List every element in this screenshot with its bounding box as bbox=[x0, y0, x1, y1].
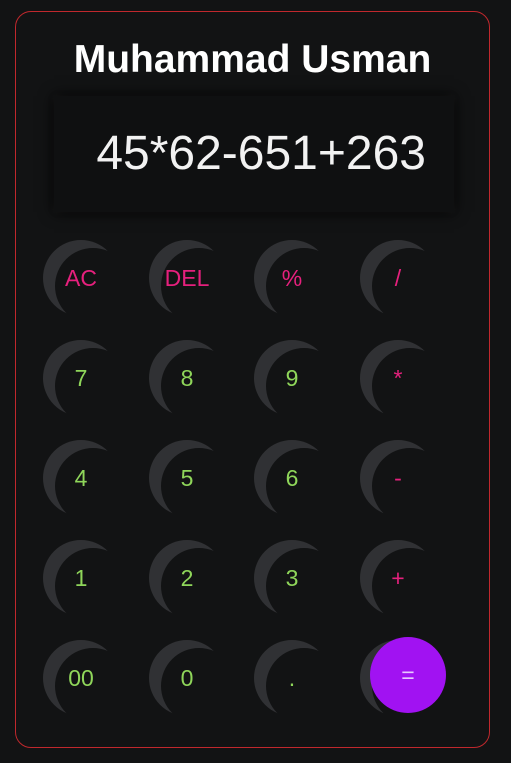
seven-button[interactable]: 7 bbox=[43, 340, 119, 416]
nine-button[interactable]: 9 bbox=[254, 340, 330, 416]
decimal-button[interactable]: . bbox=[254, 640, 330, 716]
three-button[interactable]: 3 bbox=[254, 540, 330, 616]
delete-button[interactable]: DEL bbox=[149, 240, 225, 316]
two-button[interactable]: 2 bbox=[149, 540, 225, 616]
eight-button[interactable]: 8 bbox=[149, 340, 225, 416]
equals-button[interactable]: = bbox=[370, 637, 446, 713]
zero-button[interactable]: 0 bbox=[149, 640, 225, 716]
multiply-button[interactable]: * bbox=[360, 340, 436, 416]
one-button[interactable]: 1 bbox=[43, 540, 119, 616]
ac-button[interactable]: AC bbox=[43, 240, 119, 316]
percent-button[interactable]: % bbox=[254, 240, 330, 316]
calculator-panel: Muhammad Usman 45*62-651+263 AC DEL % / … bbox=[15, 11, 490, 748]
five-button[interactable]: 5 bbox=[149, 440, 225, 516]
calculator-display: 45*62-651+263 bbox=[54, 96, 454, 212]
double-zero-button[interactable]: 00 bbox=[43, 640, 119, 716]
plus-button[interactable]: + bbox=[360, 540, 436, 616]
calculator-title: Muhammad Usman bbox=[73, 38, 432, 81]
divide-button[interactable]: / bbox=[360, 240, 436, 316]
display-expression: 45*62-651+263 bbox=[96, 127, 426, 180]
minus-button[interactable]: - bbox=[360, 440, 436, 516]
six-button[interactable]: 6 bbox=[254, 440, 330, 516]
four-button[interactable]: 4 bbox=[43, 440, 119, 516]
